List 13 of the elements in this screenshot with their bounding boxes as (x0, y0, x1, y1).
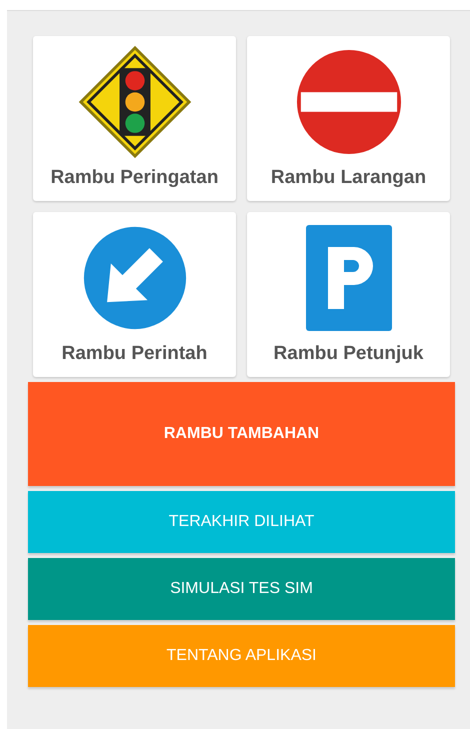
parking-sign-icon (306, 224, 392, 330)
category-card[interactable]: Rambu Larangan (247, 36, 450, 201)
category-card[interactable]: Rambu Peringatan (33, 36, 236, 201)
arrow-sign-icon (82, 224, 188, 330)
warning-sign-icon (76, 44, 192, 160)
no-entry-sign-icon (294, 48, 402, 156)
menu-button[interactable]: SIMULASI TES SIM (28, 558, 455, 620)
category-card[interactable]: Rambu Perintah (33, 212, 236, 377)
card-label: Rambu Perintah (62, 343, 208, 365)
category-card[interactable]: Rambu Petunjuk (247, 212, 450, 377)
card-label: Rambu Petunjuk (274, 343, 424, 365)
card-label: Rambu Peringatan (50, 167, 218, 189)
card-label: Rambu Larangan (270, 167, 426, 189)
